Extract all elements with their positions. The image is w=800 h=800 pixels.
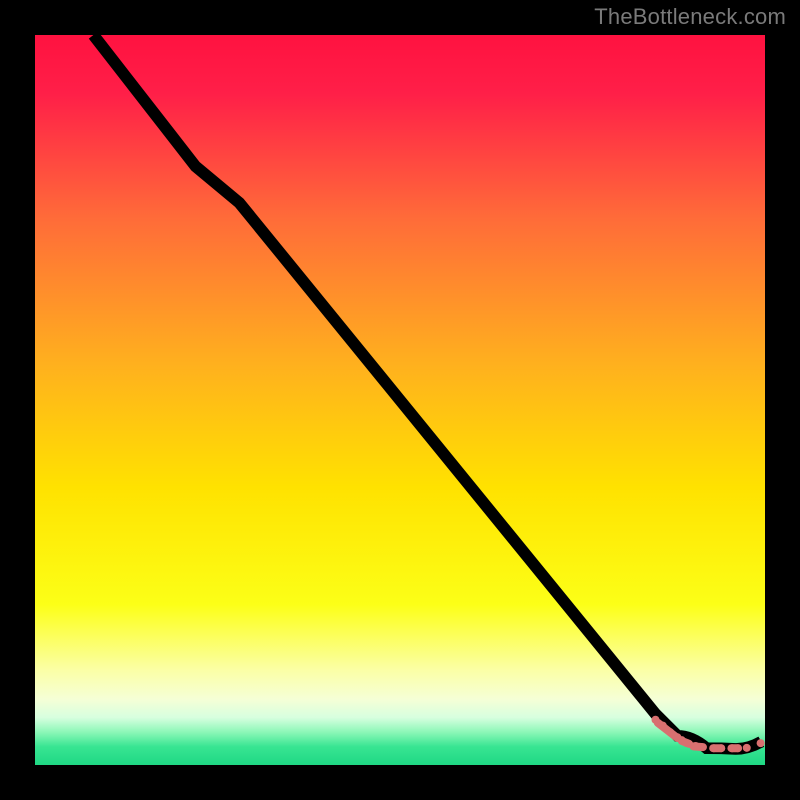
chart-frame: TheBottleneck.com: [0, 0, 800, 800]
plot-area: [35, 35, 765, 765]
data-dot: [717, 744, 725, 752]
watermark-text: TheBottleneck.com: [594, 4, 786, 30]
data-dot: [697, 743, 705, 751]
data-dot: [757, 739, 765, 747]
data-dot: [666, 728, 674, 736]
data-dot: [651, 716, 659, 724]
data-dot: [743, 744, 751, 752]
plot-svg: [35, 35, 765, 765]
data-dot: [659, 722, 667, 730]
data-dot: [710, 744, 718, 752]
data-dot: [683, 739, 691, 747]
data-dot: [734, 744, 742, 752]
